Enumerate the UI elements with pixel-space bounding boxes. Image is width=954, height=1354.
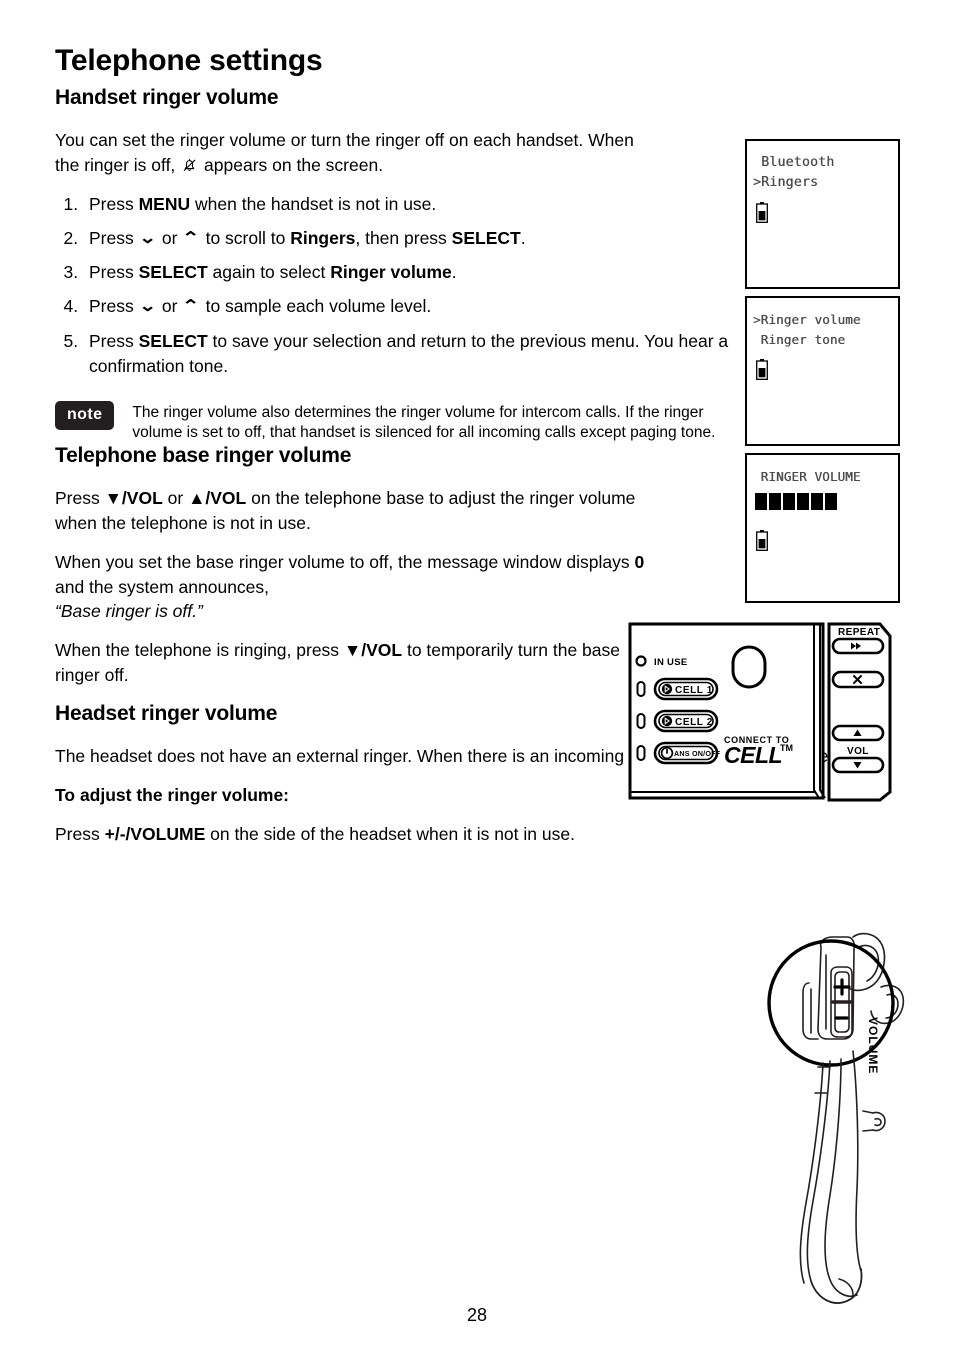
base-p2-pre: When you set the base ringer volume to o… bbox=[55, 551, 635, 572]
lcd-screen-bluetooth-ringers: Bluetooth >Ringers bbox=[745, 139, 900, 289]
section-heading-handset-ringer-volume: Handset ringer volume bbox=[55, 86, 279, 109]
headset-illustration: VOLUME bbox=[735, 925, 920, 1315]
headset-volume-label: VOLUME bbox=[866, 1017, 880, 1074]
step-3: Press SELECT again to select Ringer volu… bbox=[83, 260, 783, 285]
step-2-bold-ringers: Ringers bbox=[290, 227, 356, 248]
step-5-pre: Press bbox=[89, 330, 139, 351]
lcd-1-line-1: Bluetooth bbox=[753, 155, 835, 170]
base-p3-pre: When the telephone is ringing, press bbox=[55, 640, 344, 661]
volume-bar bbox=[783, 493, 795, 510]
step-2-mid2: to scroll to bbox=[200, 227, 291, 248]
headset-p2-pre: Press bbox=[55, 823, 105, 844]
step-3-pre: Press bbox=[89, 262, 139, 283]
step-2-pre: Press bbox=[89, 227, 139, 248]
svg-text:CELL: CELL bbox=[724, 742, 782, 768]
step-4-mid1: or bbox=[157, 296, 183, 317]
chevron-up-icon: ⌃ bbox=[181, 298, 201, 316]
step-5-bold-select: SELECT bbox=[138, 330, 208, 351]
lcd-screen-ringer-volume-tone: >Ringer volume Ringer tone bbox=[745, 296, 900, 446]
base-paragraph-3: When the telephone is ringing, press ▼/V… bbox=[55, 638, 655, 688]
svg-text:VOL: VOL bbox=[847, 746, 869, 757]
base-p2-post: and the system announces, bbox=[55, 576, 270, 597]
chevron-down-icon: ⌄ bbox=[138, 229, 157, 247]
step-1-bold-menu: MENU bbox=[138, 193, 191, 214]
volume-bar bbox=[825, 493, 837, 510]
volume-bar bbox=[769, 493, 781, 510]
lcd-2-line-1: >Ringer volume bbox=[753, 312, 861, 327]
step-2-post: . bbox=[520, 227, 526, 248]
step-1-post: when the handset is not in use. bbox=[190, 193, 437, 214]
step-3-mid1: again to select bbox=[207, 262, 331, 283]
lcd-2-line-2: Ringer tone bbox=[753, 332, 846, 347]
step-2: Press ⌄ or ⌃ to scroll to Ringers, then … bbox=[83, 226, 783, 252]
handset-intro-text-part2: appears on the screen. bbox=[204, 154, 384, 175]
step-2-mid1: or bbox=[157, 227, 183, 248]
chevron-down-icon: ⌄ bbox=[138, 298, 157, 316]
headset-p2-post: on the side of the headset when it is no… bbox=[205, 823, 575, 844]
step-2-bold-select: SELECT bbox=[451, 227, 521, 248]
base-announcement-quote: “Base ringer is off.” bbox=[55, 601, 203, 622]
step-4-mid2: to sample each volume level. bbox=[200, 296, 432, 317]
page-number: 28 bbox=[466, 1305, 488, 1325]
headset-subheading-text: To adjust the ringer volume: bbox=[55, 784, 290, 805]
volume-bar bbox=[811, 493, 823, 510]
battery-icon bbox=[756, 359, 768, 380]
headset-paragraph-2: Press +/-/VOLUME on the side of the head… bbox=[55, 822, 885, 847]
base-paragraph-2: When you set the base ringer volume to o… bbox=[55, 550, 655, 625]
vol-down-key-label-2: ▼/VOL bbox=[343, 640, 403, 661]
lcd-3-line-1: RINGER VOLUME bbox=[753, 469, 861, 484]
step-3-post: . bbox=[451, 262, 457, 283]
step-4: Press ⌄ or ⌃ to sample each volume level… bbox=[83, 294, 783, 320]
manual-page: Telephone settings Handset ringer volume… bbox=[0, 0, 954, 1354]
volume-level-bars bbox=[755, 493, 898, 510]
base-paragraph-1: Press ▼/VOL or ▲/VOL on the telephone ba… bbox=[55, 486, 655, 536]
svg-text:ANS ON/OFF: ANS ON/OFF bbox=[674, 749, 721, 758]
handset-steps-list: Press MENU when the handset is not in us… bbox=[55, 192, 783, 379]
svg-text:CELL 1: CELL 1 bbox=[675, 685, 713, 696]
base-off-value: 0 bbox=[634, 551, 645, 572]
svg-text:TM: TM bbox=[780, 743, 793, 753]
note-block: note The ringer volume also determines t… bbox=[55, 400, 755, 445]
note-text: The ringer volume also determines the ri… bbox=[132, 403, 716, 442]
note-badge: note bbox=[55, 400, 115, 430]
step-2-mid3: , then press bbox=[355, 227, 452, 248]
bell-off-icon bbox=[181, 156, 198, 174]
volume-bar bbox=[755, 493, 767, 510]
vol-down-key-label: ▼/VOL bbox=[104, 488, 163, 509]
svg-text:IN USE: IN USE bbox=[654, 657, 687, 668]
page-title: Telephone settings bbox=[55, 44, 323, 77]
handset-intro-paragraph: You can set the ringer volume or turn th… bbox=[55, 128, 655, 178]
step-3-bold-ringer-volume: Ringer volume bbox=[330, 262, 452, 283]
telephone-base-illustration: IN USE CELL 1 CELL 2 ANS ON/OFF CONNECT … bbox=[628, 622, 898, 812]
headset-volume-key-label: +/-/VOLUME bbox=[104, 823, 206, 844]
step-5: Press SELECT to save your selection and … bbox=[83, 329, 783, 379]
step-4-pre: Press bbox=[89, 296, 139, 317]
lcd-screen-ringer-volume-level: RINGER VOLUME bbox=[745, 453, 900, 603]
battery-icon bbox=[756, 202, 768, 223]
battery-icon bbox=[756, 530, 768, 551]
step-3-bold-select: SELECT bbox=[138, 262, 208, 283]
lcd-1-line-2: >Ringers bbox=[753, 175, 819, 190]
step-1-pre: Press bbox=[89, 193, 139, 214]
vol-up-key-label: ▲/VOL bbox=[188, 488, 247, 509]
chevron-up-icon: ⌃ bbox=[181, 229, 201, 247]
volume-bar bbox=[797, 493, 809, 510]
base-p1-mid: or bbox=[162, 488, 189, 509]
svg-text:REPEAT: REPEAT bbox=[838, 627, 880, 638]
step-1: Press MENU when the handset is not in us… bbox=[83, 192, 783, 217]
base-p1-pre: Press bbox=[55, 488, 105, 509]
svg-text:CELL 2: CELL 2 bbox=[675, 717, 713, 728]
